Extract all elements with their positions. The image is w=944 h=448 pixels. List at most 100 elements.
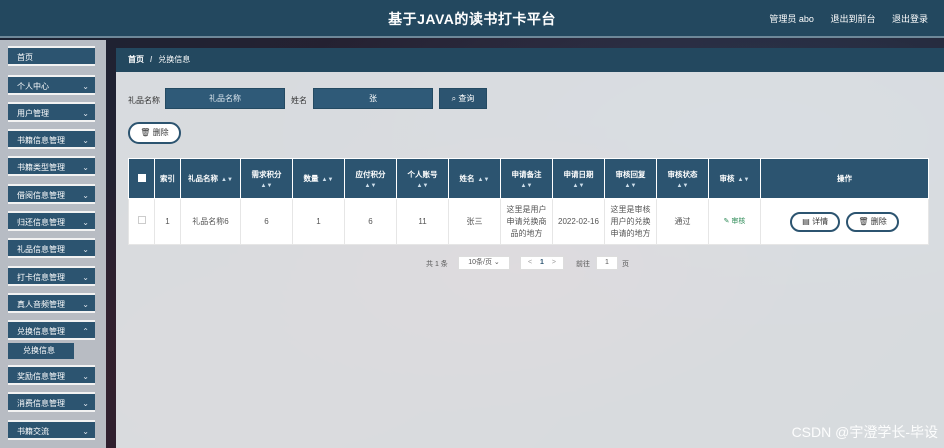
breadcrumb-separator: / (150, 55, 153, 64)
cell-gift: 礼品名称6 (180, 198, 241, 245)
cell-date: 2022-02-16 (552, 198, 605, 245)
sidebar-item-book-type[interactable]: 书籍类型管理 ⌄ (8, 156, 95, 176)
sidebar-item-book-info[interactable]: 书籍信息管理 ⌄ (8, 129, 95, 149)
pager-nav: < 1 > (520, 256, 564, 270)
sidebar-item-gift[interactable]: 礼品信息管理 ⌄ (8, 238, 95, 258)
col-audit[interactable]: 审核 ▲▼ (708, 158, 761, 199)
col-index: 索引 (154, 158, 181, 199)
chevron-down-icon: ⌄ (82, 399, 89, 408)
sort-icon: ▲▼ (572, 182, 585, 189)
batch-delete-button[interactable]: 🗑 删除 (128, 122, 181, 144)
breadcrumb-home[interactable]: 首页 (128, 55, 144, 64)
sort-icon: ▲▼ (676, 182, 689, 189)
sidebar-item-checkin[interactable]: 打卡信息管理 ⌄ (8, 266, 95, 286)
chevron-down-icon: ⌄ (493, 259, 500, 266)
header-actions: 管理员 abo 退出到前台 退出登录 (755, 12, 928, 25)
table-header-row: 索引 礼品名称 ▲▼ 需求积分 ▲▼ 数量 ▲▼ 应付积分 ▲▼ 个人账号 ▲▼ 姓名 ▲▼… (128, 158, 929, 199)
cell-remark: 这里是用户申请兑换商品的地方 (500, 198, 553, 245)
chevron-down-icon: ⌄ (82, 372, 89, 381)
next-page-button[interactable]: > (552, 259, 556, 266)
col-pay-points[interactable]: 应付积分 ▲▼ (344, 158, 397, 199)
back-to-front-link[interactable]: 退出到前台 (830, 14, 875, 24)
sort-icon: ▲▼ (520, 182, 533, 189)
chevron-up-icon: ⌃ (82, 327, 89, 336)
main-panel: 首页 / 兑换信息 礼品名称 礼品名称 姓名 张 ⌕ 查询 🗑 删除 索引 礼品名称… (116, 48, 944, 448)
pager-total: 共 1 条 (426, 261, 448, 268)
select-all-checkbox[interactable] (128, 158, 155, 199)
sidebar-item-exchange[interactable]: 兑换信息管理 ⌃ (8, 320, 95, 340)
gift-name-input[interactable]: 礼品名称 (165, 88, 285, 109)
chevron-down-icon: ⌄ (82, 109, 89, 118)
chevron-down-icon: ⌄ (82, 427, 89, 436)
col-name[interactable]: 姓名 ▲▼ (448, 158, 501, 199)
page-suffix: 页 (622, 261, 629, 268)
cell-reply: 这里是审核用户的兑换申请的地方 (604, 198, 657, 245)
col-qty[interactable]: 数量 ▲▼ (292, 158, 345, 199)
col-gift[interactable]: 礼品名称 ▲▼ (180, 158, 241, 199)
sidebar-item-book-exchange[interactable]: 书籍交流 ⌄ (8, 420, 95, 440)
col-need-points[interactable]: 需求积分 ▲▼ (240, 158, 293, 199)
sidebar-item-consume[interactable]: 消费信息管理 ⌄ (8, 392, 95, 412)
chevron-down-icon: ⌄ (82, 136, 89, 145)
cell-pay-points: 6 (344, 198, 397, 245)
sidebar-item-borrow[interactable]: 借阅信息管理 ⌄ (8, 184, 95, 204)
table-row: 1 礼品名称6 6 1 6 11 张三 这里是用户申请兑换商品的地方 2022-… (128, 198, 929, 245)
col-date[interactable]: 申请日期 ▲▼ (552, 158, 605, 199)
page-size-select[interactable]: 10条/页 ⌄ (458, 256, 510, 270)
cell-actions: ▤ 详情 🗑 删除 (760, 198, 929, 245)
col-actions: 操作 (760, 158, 929, 199)
sidebar-item-return[interactable]: 归还信息管理 ⌄ (8, 211, 95, 231)
col-remark[interactable]: 申请备注 ▲▼ (500, 158, 553, 199)
col-status[interactable]: 审核状态 ▲▼ (656, 158, 709, 199)
cell-qty: 1 (292, 198, 345, 245)
cell-account: 11 (396, 198, 449, 245)
trash-icon: 🗑 (858, 216, 869, 226)
row-checkbox[interactable] (128, 198, 155, 245)
detail-button[interactable]: ▤ 详情 (790, 211, 841, 232)
cell-name: 张三 (448, 198, 501, 245)
sidebar-subitem-exchange-info[interactable]: 兑换信息 (8, 343, 74, 359)
sort-icon: ▲▼ (221, 177, 233, 183)
sort-icon: ▲▼ (737, 177, 750, 183)
cell-need-points: 6 (240, 198, 293, 245)
search-icon: ⌕ (451, 94, 457, 103)
exchange-table: 索引 礼品名称 ▲▼ 需求积分 ▲▼ 数量 ▲▼ 应付积分 ▲▼ 个人账号 ▲▼ 姓名 ▲▼… (128, 158, 929, 245)
current-page[interactable]: 1 (540, 259, 544, 266)
chevron-down-icon: ⌄ (82, 191, 89, 200)
sidebar-item-home[interactable]: 首页 (8, 46, 95, 66)
sidebar-item-user-mgmt[interactable]: 用户管理 ⌄ (8, 102, 95, 122)
sidebar-item-reward[interactable]: 奖励信息管理 ⌄ (8, 365, 95, 385)
logout-link[interactable]: 退出登录 (892, 14, 928, 24)
admin-label: 管理员 abo (769, 14, 814, 24)
cell-index: 1 (154, 198, 181, 245)
delete-button[interactable]: 🗑 删除 (846, 211, 899, 232)
top-bar: 基于JAVA的读书打卡平台 管理员 abo 退出到前台 退出登录 (0, 0, 944, 38)
breadcrumb-current: 兑换信息 (158, 55, 191, 64)
sort-icon: ▲▼ (260, 182, 273, 189)
trash-icon: 🗑 (140, 128, 151, 137)
sidebar: 首页 个人中心 ⌄ 用户管理 ⌄ 书籍信息管理 ⌄ 书籍类型管理 ⌄ 借阅信息管理 ⌄ 归… (0, 40, 106, 448)
chevron-down-icon: ⌄ (82, 300, 89, 309)
col-account[interactable]: 个人账号 ▲▼ (396, 158, 449, 199)
prev-page-button[interactable]: < (528, 259, 532, 266)
sort-icon: ▲▼ (364, 182, 377, 189)
chevron-down-icon: ⌄ (82, 245, 89, 254)
name-input[interactable]: 张 (313, 88, 433, 109)
query-button[interactable]: ⌕ 查询 (439, 88, 487, 109)
chevron-down-icon: ⌄ (82, 218, 89, 227)
edit-icon: ✎ (723, 218, 730, 225)
cell-audit: ✎ 审核 (708, 198, 761, 245)
goto-label: 前往 (576, 261, 590, 268)
chevron-down-icon: ⌄ (82, 273, 89, 282)
cell-status: 通过 (656, 198, 709, 245)
breadcrumb: 首页 / 兑换信息 (116, 48, 944, 72)
watermark: CSDN @宇澄学长-毕设 (791, 424, 938, 440)
audit-link[interactable]: ✎ 审核 (724, 218, 746, 225)
gift-name-label: 礼品名称 (128, 96, 160, 105)
goto-page-input[interactable]: 1 (596, 256, 618, 270)
sidebar-item-audio[interactable]: 真人音频管理 ⌄ (8, 293, 95, 313)
col-reply[interactable]: 审核回复 ▲▼ (604, 158, 657, 199)
sort-icon: ▲▼ (624, 182, 637, 189)
chevron-down-icon: ⌄ (82, 163, 89, 172)
sidebar-item-personal-center[interactable]: 个人中心 ⌄ (8, 75, 95, 95)
